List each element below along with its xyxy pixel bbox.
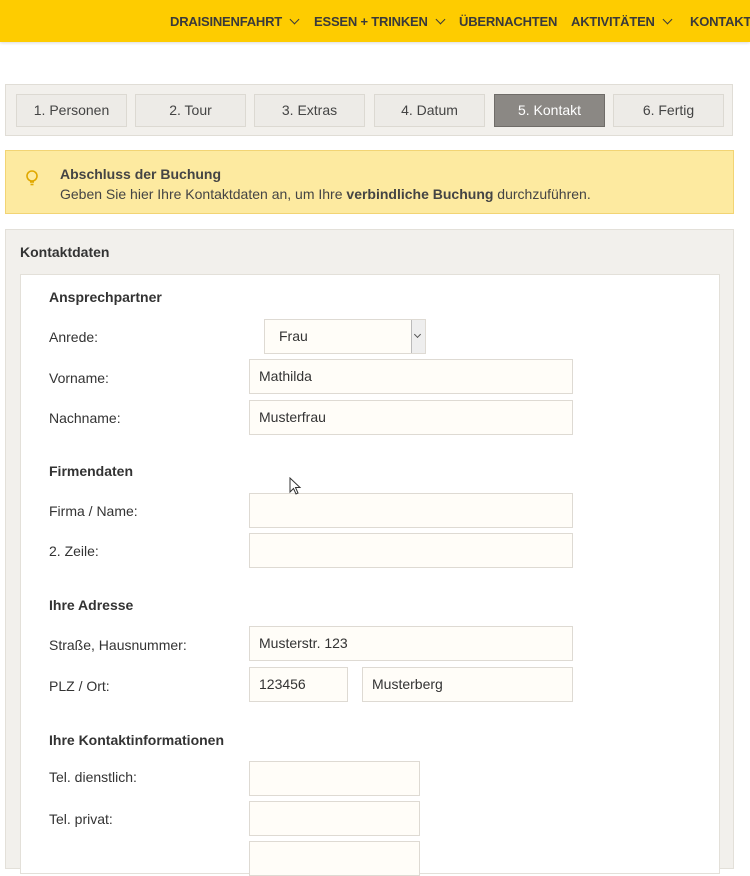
nav-label: DRAISINENFAHRT bbox=[170, 14, 283, 29]
lightbulb-icon bbox=[26, 170, 38, 186]
mouse-pointer-icon bbox=[289, 477, 302, 495]
zeile2-field[interactable] bbox=[249, 533, 573, 568]
nachname-label: Nachname: bbox=[49, 410, 121, 426]
nav-label: ESSEN + TRINKEN bbox=[314, 14, 428, 29]
panel-title: Kontaktdaten bbox=[20, 244, 110, 260]
contact-form: Ansprechpartner Anrede: Frau Vorname: Ma… bbox=[20, 274, 720, 876]
chevron-down-icon bbox=[435, 14, 446, 25]
vorname-field[interactable]: Mathilda bbox=[249, 359, 573, 394]
contact-panel: Kontaktdaten Ansprechpartner Anrede: Fra… bbox=[5, 229, 734, 876]
nachname-field[interactable]: Musterfrau bbox=[249, 400, 573, 435]
nav-item-essen-trinken[interactable]: ESSEN + TRINKEN bbox=[314, 0, 446, 42]
ort-field[interactable]: Musterberg bbox=[362, 667, 573, 702]
info-alert: Abschluss der Buchung Geben Sie hier Ihr… bbox=[5, 150, 734, 214]
nav-item-draisinenfahrt[interactable]: DRAISINENFAHRT bbox=[170, 0, 300, 42]
top-navigation: DRAISINENFAHRT ESSEN + TRINKEN ÜBERNACHT… bbox=[0, 0, 750, 42]
tel-dienstlich-field[interactable] bbox=[249, 761, 420, 796]
tel-privat-label: Tel. privat: bbox=[49, 811, 113, 827]
alert-title: Abschluss der Buchung bbox=[60, 166, 222, 182]
nav-label: AKTIVITÄTEN bbox=[571, 14, 655, 29]
nav-label: ÜBERNACHTEN bbox=[459, 14, 558, 29]
strasse-label: Straße, Hausnummer: bbox=[49, 637, 187, 653]
plz-ort-label: PLZ / Ort: bbox=[49, 678, 110, 694]
step-kontakt[interactable]: 5. Kontakt bbox=[494, 94, 605, 127]
section-firmendaten: Firmendaten bbox=[49, 463, 134, 479]
step-tour[interactable]: 2. Tour bbox=[135, 94, 246, 127]
step-personen[interactable]: 1. Personen bbox=[16, 94, 127, 127]
nav-item-kontakt[interactable]: KONTAKT bbox=[690, 0, 750, 42]
booking-steps: 1. Personen 2. Tour 3. Extras 4. Datum 5… bbox=[5, 84, 733, 136]
plz-field[interactable]: 123456 bbox=[249, 667, 348, 702]
anrede-select[interactable]: Frau bbox=[264, 319, 426, 354]
step-fertig[interactable]: 6. Fertig bbox=[613, 94, 724, 127]
nav-item-uebernachten[interactable]: ÜBERNACHTEN bbox=[459, 0, 557, 42]
chevron-down-icon bbox=[289, 14, 300, 25]
next-field-partial[interactable] bbox=[249, 841, 420, 876]
alert-text: Geben Sie hier Ihre Kontaktdaten an, um … bbox=[60, 186, 591, 202]
firma-label: Firma / Name: bbox=[49, 503, 138, 519]
zeile2-label: 2. Zeile: bbox=[49, 543, 99, 559]
strasse-field[interactable]: Musterstr. 123 bbox=[249, 626, 573, 661]
nav-item-aktivitaeten[interactable]: AKTIVITÄTEN bbox=[571, 0, 673, 42]
firma-field[interactable] bbox=[249, 493, 573, 528]
tel-dienstlich-label: Tel. dienstlich: bbox=[49, 769, 137, 785]
vorname-label: Vorname: bbox=[49, 370, 109, 386]
nav-label: KONTAKT bbox=[690, 14, 750, 29]
chevron-down-icon bbox=[662, 14, 673, 25]
tel-privat-field[interactable] bbox=[249, 801, 420, 836]
section-ansprechpartner: Ansprechpartner bbox=[49, 289, 162, 305]
section-kontaktinformationen: Ihre Kontaktinformationen bbox=[49, 732, 225, 748]
section-adresse: Ihre Adresse bbox=[49, 597, 134, 613]
anrede-value: Frau bbox=[279, 328, 308, 344]
anrede-label: Anrede: bbox=[49, 329, 99, 345]
chevron-down-icon bbox=[411, 320, 425, 353]
step-datum[interactable]: 4. Datum bbox=[374, 94, 485, 127]
step-extras[interactable]: 3. Extras bbox=[254, 94, 365, 127]
